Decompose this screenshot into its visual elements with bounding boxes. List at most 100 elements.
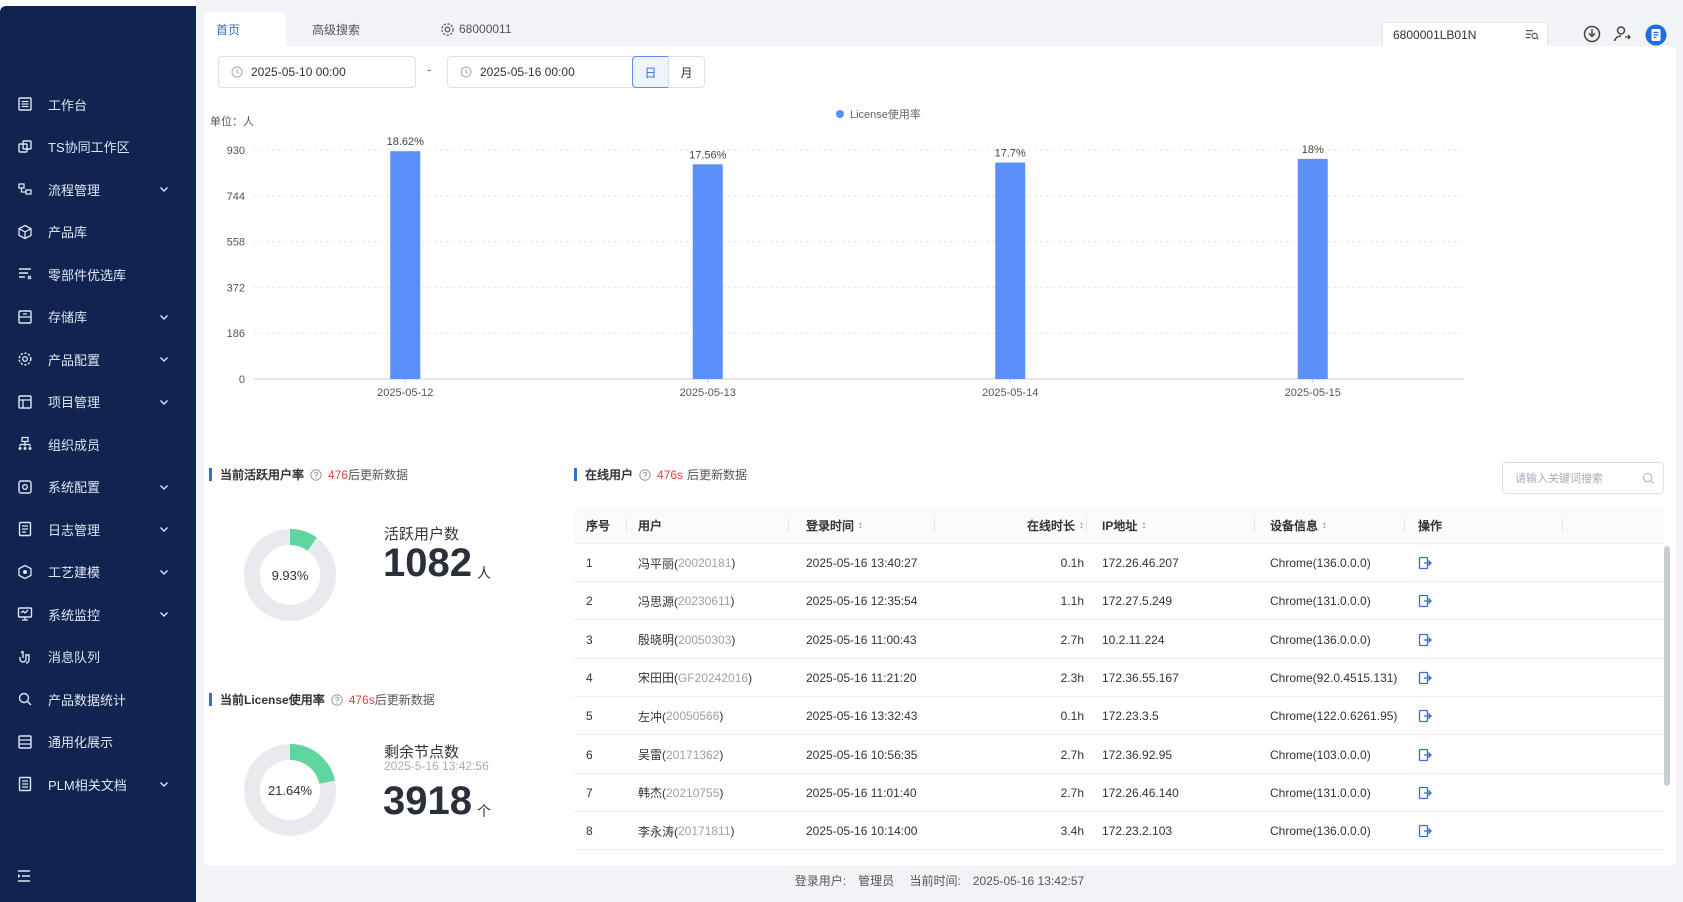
login-time: 2025-05-16 09:53:04 [806, 850, 956, 858]
avatar[interactable] [1645, 24, 1667, 46]
tab-advanced-search[interactable]: 高级搜索 [306, 12, 396, 46]
column-divider [788, 518, 789, 532]
sidebar-item-flow[interactable]: 流程管理 [0, 168, 196, 211]
list-search-icon[interactable] [1525, 28, 1539, 42]
online-users-header: 在线用户 476s 后更新数据 [574, 466, 747, 483]
user-id: 20050303 [678, 632, 732, 647]
column-divider [626, 518, 627, 532]
user-name: 吴雷( [638, 748, 666, 762]
sidebar-item-project[interactable]: 项目管理 [0, 381, 196, 424]
sort-icon[interactable]: ↕ [1141, 520, 1146, 531]
active-users-rate: 9.93% [272, 568, 309, 583]
sidebar-item-collab[interactable]: TS协同工作区 [0, 126, 196, 169]
login-time-text: 2025-05-16 11:21:20 [806, 670, 917, 685]
end-date-input[interactable]: 2025-05-16 00:00 [447, 56, 659, 88]
search-icon [16, 690, 34, 708]
collapse-menu-icon[interactable] [16, 868, 34, 886]
sidebar-item-gear[interactable]: 产品配置 [0, 338, 196, 381]
logout-user-button[interactable] [1418, 812, 1458, 850]
ip-address: 172.23.2.103 [1102, 812, 1252, 850]
logout-icon[interactable] [1418, 748, 1432, 762]
column-header[interactable]: 在线时长 ↕ [954, 506, 1084, 544]
top-search-input[interactable]: 6800001LB01N [1382, 22, 1548, 48]
logout-icon[interactable] [1418, 633, 1432, 647]
column-header[interactable]: IP地址 ↕ [1102, 506, 1252, 544]
logout-icon[interactable] [1418, 786, 1432, 800]
logout-user-button[interactable] [1418, 621, 1458, 659]
sort-icon[interactable]: ↕ [858, 520, 863, 531]
column-header-label: 序号 [586, 518, 611, 533]
logout-icon[interactable] [1418, 556, 1432, 570]
sidebar-item-display[interactable]: 通用化展示 [0, 721, 196, 764]
bar [692, 164, 723, 379]
remaining-nodes-unit: 个 [477, 803, 491, 819]
device-info-text: Chrome(103.0.0.0) [1270, 747, 1371, 762]
x-tick-label: 2025-05-13 [680, 387, 736, 399]
login-user-label: 登录用户: [794, 874, 847, 888]
bar [390, 151, 421, 379]
help-icon[interactable] [331, 693, 343, 706]
sidebar-item-doc[interactable]: PLM相关文档 [0, 763, 196, 806]
day-toggle-button[interactable]: 日 [632, 56, 669, 88]
logout-icon[interactable] [1418, 709, 1432, 723]
column-header[interactable]: 设备信息 ↕ [1270, 506, 1430, 544]
y-tick-label: 558 [227, 237, 245, 249]
month-toggle-button[interactable]: 月 [668, 56, 705, 88]
table-row: 1 冯平丽(20020181) 2025-05-16 13:40:27 0.1h 172… [574, 544, 1663, 582]
sidebar-item-cube[interactable]: 产品库 [0, 211, 196, 254]
table-row: 8 李永涛(20171811) 2025-05-16 10:14:00 3.4h 172… [574, 812, 1663, 851]
sidebar-item-label: 产品数据统计 [48, 692, 127, 708]
login-time: 2025-05-16 10:56:35 [806, 736, 956, 774]
sidebar-item-message[interactable]: 消息队列 [0, 636, 196, 679]
sidebar-item-storage[interactable]: 存储库 [0, 296, 196, 339]
table-row: 2 冯思源(20230611) 2025-05-16 12:35:54 1.1h 172… [574, 582, 1663, 621]
help-icon[interactable] [310, 468, 322, 481]
sidebar-item-log[interactable]: 日志管理 [0, 508, 196, 551]
start-date-input[interactable]: 2025-05-10 00:00 [218, 56, 416, 88]
tab-gear[interactable]: 68000011 [440, 12, 550, 46]
ip-address: 172.36.55.167 [1102, 659, 1252, 697]
user-switch-icon[interactable] [1612, 24, 1634, 46]
ip-address: 10.2.11.224 [1102, 621, 1252, 659]
user-name: 冯平丽( [638, 556, 678, 571]
sidebar-item-parts[interactable]: 零部件优选库 [0, 253, 196, 296]
logout-user-button[interactable] [1418, 774, 1458, 812]
logout-user-button[interactable] [1418, 544, 1458, 582]
device-info: Chrome(110.0.0.0) [1270, 850, 1430, 858]
logout-user-button[interactable] [1418, 697, 1458, 735]
download-icon[interactable] [1582, 24, 1604, 46]
logout-user-button[interactable] [1418, 582, 1458, 620]
logout-user-button[interactable] [1418, 659, 1458, 697]
table-row: 9 江彬(20191269) 2025-05-16 09:53:043.8h 172.… [574, 850, 1663, 858]
online-users-search-input[interactable]: 请输入关键词搜索 [1502, 462, 1664, 494]
sidebar-item-monitor[interactable]: 系统监控 [0, 593, 196, 636]
logout-icon[interactable] [1418, 671, 1432, 685]
ip-address: 172.27.5.249 [1102, 582, 1252, 620]
online-duration: 1.1h [954, 582, 1084, 620]
active-users-countdown: 476 [328, 467, 349, 482]
logout-user-button[interactable] [1418, 850, 1458, 858]
sidebar-item-label: 工作台 [48, 97, 88, 113]
user-cell: 殷晓明(20050303) [638, 621, 788, 659]
sidebar-item-label: 系统监控 [48, 607, 101, 623]
sidebar-item-label: 流程管理 [48, 182, 101, 198]
help-icon[interactable] [639, 468, 651, 481]
search-icon[interactable] [1642, 472, 1655, 485]
sidebar-item-settings[interactable]: 系统配置 [0, 466, 196, 509]
sort-icon[interactable]: ↕ [1322, 520, 1327, 531]
table-scrollbar[interactable] [1664, 546, 1670, 786]
logout-user-button[interactable] [1418, 736, 1458, 774]
sidebar-item-search[interactable]: 产品数据统计 [0, 678, 196, 721]
sidebar-item-org[interactable]: 组织成员 [0, 423, 196, 466]
logout-icon[interactable] [1418, 824, 1432, 838]
user-cell: 宋田田(GF20242016) [638, 659, 788, 697]
logout-icon[interactable] [1418, 594, 1432, 608]
y-tick-label: 0 [239, 374, 245, 386]
remaining-nodes-count: 3918 [383, 779, 472, 823]
sidebar-item-workbench[interactable]: 工作台 [0, 83, 196, 126]
sidebar-item-process[interactable]: 工艺建模 [0, 551, 196, 594]
legend-marker [836, 110, 844, 118]
user-id-close: ) [730, 824, 735, 839]
sort-icon[interactable]: ↕ [1079, 520, 1084, 531]
tab-home[interactable]: 首页 [204, 12, 286, 46]
